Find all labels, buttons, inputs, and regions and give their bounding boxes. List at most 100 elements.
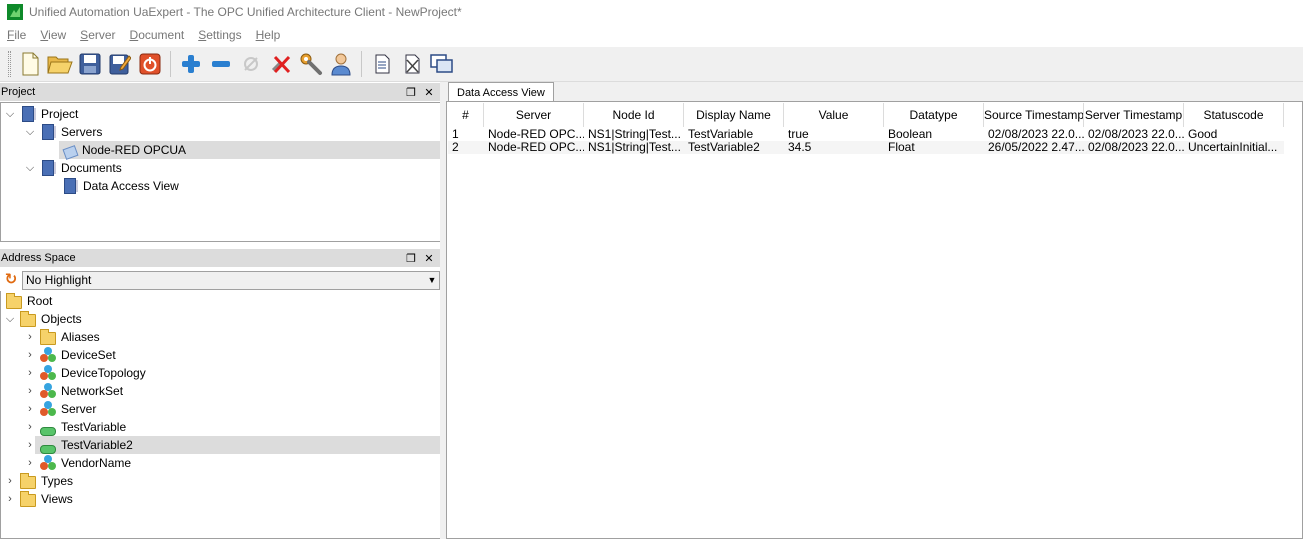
- tree-label: Types: [41, 474, 74, 488]
- chevron-right-icon[interactable]: ›: [5, 490, 15, 508]
- tree-label: Views: [41, 492, 73, 506]
- menu-file[interactable]: File: [0, 28, 33, 42]
- user-icon[interactable]: [327, 50, 355, 78]
- chevron-right-icon[interactable]: ›: [25, 418, 35, 436]
- chevron-right-icon[interactable]: ›: [25, 436, 35, 454]
- add-server-icon[interactable]: [177, 50, 205, 78]
- add-document-icon[interactable]: [368, 50, 396, 78]
- tree-label: NetworkSet: [61, 384, 124, 398]
- cell-statuscode: UncertainInitial...: [1188, 141, 1278, 154]
- cell-datatype: Float: [888, 141, 915, 154]
- table-row[interactable]: 2 Node-RED OPC... NS1|String|Test... Tes…: [448, 141, 1284, 154]
- settings-icon[interactable]: [297, 50, 325, 78]
- column-header-server[interactable]: Server: [484, 103, 584, 127]
- tree-node-objects[interactable]: ⌵ Objects: [5, 310, 440, 328]
- column-header-statuscode[interactable]: Statuscode: [1184, 103, 1284, 127]
- cell-value[interactable]: 34.5: [784, 141, 884, 154]
- new-project-icon[interactable]: [16, 50, 44, 78]
- tree-node-documents[interactable]: ⌵ Documents: [25, 159, 440, 177]
- chevron-down-icon[interactable]: ⌵: [5, 310, 15, 328]
- disconnect-icon[interactable]: [267, 50, 295, 78]
- tree-node-testvariable2[interactable]: › TestVariable2: [25, 436, 440, 454]
- tab-data-access-view[interactable]: Data Access View: [448, 82, 554, 102]
- column-header-node-id[interactable]: Node Id: [584, 103, 684, 127]
- data-access-table: # Server Node Id Display Name Value Data…: [446, 101, 1303, 539]
- tree-label: Documents: [61, 161, 122, 175]
- tree-node-aliases[interactable]: › Aliases: [25, 328, 440, 346]
- tree-node-servers[interactable]: ⌵ Servers: [25, 123, 440, 141]
- tree-node-root[interactable]: Root: [1, 292, 440, 310]
- close-panel-icon[interactable]: ✕: [422, 86, 436, 99]
- save-project-icon[interactable]: [76, 50, 104, 78]
- cell-display-name: TestVariable2: [688, 141, 760, 154]
- menu-server[interactable]: Server: [73, 28, 122, 42]
- folder-icon: [20, 310, 36, 327]
- cell-node-id: NS1|String|Test...: [588, 128, 681, 141]
- chevron-right-icon[interactable]: ›: [25, 346, 35, 364]
- chevron-down-icon[interactable]: ▼: [425, 275, 439, 285]
- chevron-down-icon[interactable]: ⌵: [25, 159, 35, 177]
- cell-index: 2: [452, 141, 459, 154]
- column-header-index[interactable]: #: [448, 103, 484, 127]
- save-as-icon[interactable]: [106, 50, 134, 78]
- cell-source-timestamp: 26/05/2022 2.47...: [988, 141, 1084, 154]
- menu-view[interactable]: View: [33, 28, 73, 42]
- chevron-right-icon[interactable]: ›: [25, 400, 35, 418]
- cell-statuscode: Good: [1188, 128, 1218, 141]
- document-tabstrip: [446, 82, 1303, 102]
- refresh-icon[interactable]: ↻: [3, 272, 19, 288]
- menu-settings[interactable]: Settings: [191, 28, 248, 42]
- remove-document-icon[interactable]: [398, 50, 426, 78]
- float-panel-icon[interactable]: ❐: [404, 252, 418, 265]
- column-header-server-timestamp[interactable]: Server Timestamp: [1084, 103, 1184, 127]
- chevron-down-icon[interactable]: ⌵: [5, 105, 15, 123]
- column-header-source-timestamp[interactable]: Source Timestamp: [984, 103, 1084, 127]
- toolbar-separator: [170, 51, 171, 77]
- chevron-right-icon[interactable]: ›: [25, 364, 35, 382]
- tree-label: VendorName: [61, 456, 132, 470]
- tree-node-testvariable[interactable]: › TestVariable: [25, 418, 440, 436]
- tree-label: Server: [61, 402, 97, 416]
- project-panel-header: Project ❐ ✕: [0, 83, 440, 101]
- tree-node-views[interactable]: › Views: [5, 490, 440, 508]
- tree-node-vendorname[interactable]: › VendorName: [25, 454, 440, 472]
- close-panel-icon[interactable]: ✕: [422, 252, 436, 265]
- chevron-right-icon[interactable]: ›: [25, 454, 35, 472]
- tree-label: DeviceSet: [61, 348, 116, 362]
- highlight-select[interactable]: No Highlight ▼: [22, 270, 440, 290]
- tree-node-server[interactable]: › Server: [25, 400, 440, 418]
- cell-display-name: TestVariable: [688, 128, 754, 141]
- chevron-right-icon[interactable]: ›: [5, 472, 15, 490]
- address-space-title: Address Space: [1, 252, 76, 264]
- tree-label: TestVariable2: [61, 438, 133, 452]
- menu-help[interactable]: Help: [249, 28, 288, 42]
- menu-document[interactable]: Document: [123, 28, 192, 42]
- table-row[interactable]: 1 Node-RED OPC... NS1|String|Test... Tes…: [448, 128, 1284, 141]
- column-header-value[interactable]: Value: [784, 103, 884, 127]
- chevron-right-icon[interactable]: ›: [25, 382, 35, 400]
- connect-icon[interactable]: [237, 50, 265, 78]
- title-bar: Unified Automation UaExpert - The OPC Un…: [0, 0, 1303, 24]
- open-project-icon[interactable]: [46, 50, 74, 78]
- tree-node-node-red-opcua[interactable]: Node-RED OPCUA: [59, 141, 440, 160]
- toolbar-grip[interactable]: [8, 51, 11, 77]
- tree-node-devicetopology[interactable]: › DeviceTopology: [25, 364, 440, 382]
- cell-node-id: NS1|String|Test...: [588, 141, 681, 154]
- column-header-display-name[interactable]: Display Name: [684, 103, 784, 127]
- tree-label: Servers: [61, 125, 103, 139]
- tree-node-project[interactable]: ⌵ Project: [5, 105, 440, 123]
- tree-node-types[interactable]: › Types: [5, 472, 440, 490]
- tree-node-data-access-view[interactable]: Data Access View: [57, 177, 440, 195]
- folder-icon: [6, 292, 22, 309]
- cell-value[interactable]: true: [784, 128, 884, 141]
- remove-server-icon[interactable]: [207, 50, 235, 78]
- windows-icon[interactable]: [428, 50, 456, 78]
- column-header-datatype[interactable]: Datatype: [884, 103, 984, 127]
- float-panel-icon[interactable]: ❐: [404, 86, 418, 99]
- tree-node-networkset[interactable]: › NetworkSet: [25, 382, 440, 400]
- exit-icon[interactable]: [136, 50, 164, 78]
- address-space-tree: Root ⌵ Objects › Aliases › DeviceSet › D…: [0, 291, 441, 539]
- chevron-down-icon[interactable]: ⌵: [25, 123, 35, 141]
- chevron-right-icon[interactable]: ›: [25, 328, 35, 346]
- tree-node-deviceset[interactable]: › DeviceSet: [25, 346, 440, 364]
